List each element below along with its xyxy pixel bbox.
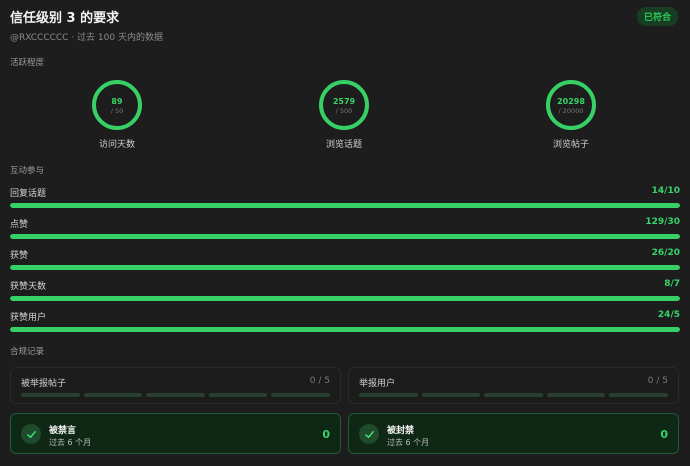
bar-liked-days: 获赞天数 8/7 [10,279,680,303]
segment [21,393,80,397]
progress-bar [10,296,680,301]
report-count: 0 / 5 [647,376,668,386]
ring-visit-days: 89 / 50 访问天数 [67,79,167,150]
check-icon [359,424,379,444]
penalty-label: 被禁言 [49,426,77,436]
bar-liked-users: 获赞用户 24/5 [10,310,680,334]
progress-fill [10,265,680,270]
bar-value: 24/5 [657,310,680,320]
report-label: 被举报帖子 [21,379,67,389]
ring-value: 89 [111,97,123,106]
bar-value: 8/7 [664,279,680,289]
report-count: 0 / 5 [309,376,330,386]
ring-required: / 20000 [559,107,584,115]
report-segments [21,393,330,397]
bar-likes-received: 获赞 26/20 [10,248,680,272]
segment [271,393,330,397]
segment [546,393,606,397]
segment [609,393,668,397]
subtitle: @RXCCCCCC · 过去 100 天内的数据 [10,33,163,43]
progress-bar [10,234,680,239]
penalty-period: 过去 6 个月 [387,438,430,447]
penalty-period: 过去 6 个月 [49,438,92,447]
bar-value: 129/30 [645,217,680,227]
ring-required: / 500 [336,107,353,115]
report-card-flagged-posts: 被举报帖子 0 / 5 [10,367,341,404]
bar-label: 回复话题 [10,189,47,199]
activity-section-label: 活跃程度 [10,58,45,68]
segment [146,393,205,397]
progress-bar [10,265,680,270]
ring-required: / 50 [111,107,124,115]
bar-label: 获赞 [10,251,29,261]
ring-topics-viewed: 2579 / 500 浏览话题 [294,79,394,150]
report-segments [359,393,668,397]
status-badge: 已符合 [636,6,678,26]
ring-value: 2579 [333,97,356,106]
report-label: 举报用户 [359,379,396,389]
bar-label: 获赞天数 [10,282,47,292]
segment [421,393,481,397]
bar-likes-given: 点赞 129/30 [10,217,680,241]
header: 信任级别 3 的要求 已符合 [10,6,680,26]
segment [359,393,418,397]
ring-value: 20298 [557,97,585,106]
progress-ring: 20298 / 20000 [546,80,596,130]
segment [484,393,543,397]
bar-replies: 回复话题 14/10 [10,186,680,210]
penalty-card-suspended: 被封禁 过去 6 个月 0 [348,413,679,454]
bar-value: 14/10 [651,186,680,196]
bar-label: 点赞 [10,220,29,230]
report-card-reported-users: 举报用户 0 / 5 [348,367,679,404]
progress-bar [10,203,680,208]
penalty-label: 被封禁 [387,426,415,436]
segment [83,393,143,397]
ring-label: 访问天数 [98,140,135,150]
segment [208,393,268,397]
penalty-count: 0 [322,428,330,441]
ring-label: 浏览话题 [325,140,362,150]
bar-label: 获赞用户 [10,313,47,323]
page-title: 信任级别 3 的要求 [10,10,120,26]
ring-label: 浏览帖子 [552,140,589,150]
progress-ring: 89 / 50 [92,80,142,130]
check-icon [21,424,41,444]
progress-fill [10,203,680,208]
progress-fill [10,234,680,239]
progress-bar [10,327,680,332]
bar-value: 26/20 [651,248,680,258]
interaction-section-label: 互动参与 [10,166,45,176]
progress-fill [10,296,680,301]
progress-ring: 2579 / 500 [319,80,369,130]
progress-fill [10,327,680,332]
compliance-section-label: 合规记录 [10,347,45,357]
penalty-count: 0 [660,428,668,441]
penalty-card-silenced: 被禁言 过去 6 个月 0 [10,413,341,454]
ring-posts-viewed: 20298 / 20000 浏览帖子 [521,79,621,150]
